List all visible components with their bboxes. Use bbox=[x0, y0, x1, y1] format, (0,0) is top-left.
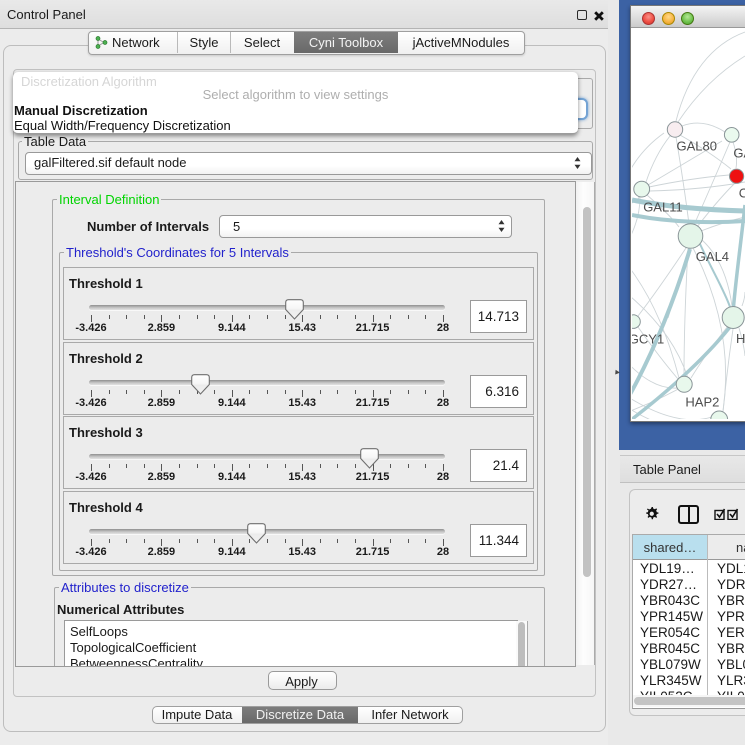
svg-text:GAL80: GAL80 bbox=[677, 139, 717, 154]
svg-text:GAL4: GAL4 bbox=[696, 249, 729, 264]
svg-text:GA: GA bbox=[733, 146, 745, 161]
svg-text:GAL11: GAL11 bbox=[643, 200, 683, 215]
svg-text:H: H bbox=[736, 331, 745, 346]
svg-text:C: C bbox=[739, 186, 745, 201]
svg-text:HAP2: HAP2 bbox=[685, 395, 719, 410]
svg-text:GCY1: GCY1 bbox=[632, 332, 664, 347]
